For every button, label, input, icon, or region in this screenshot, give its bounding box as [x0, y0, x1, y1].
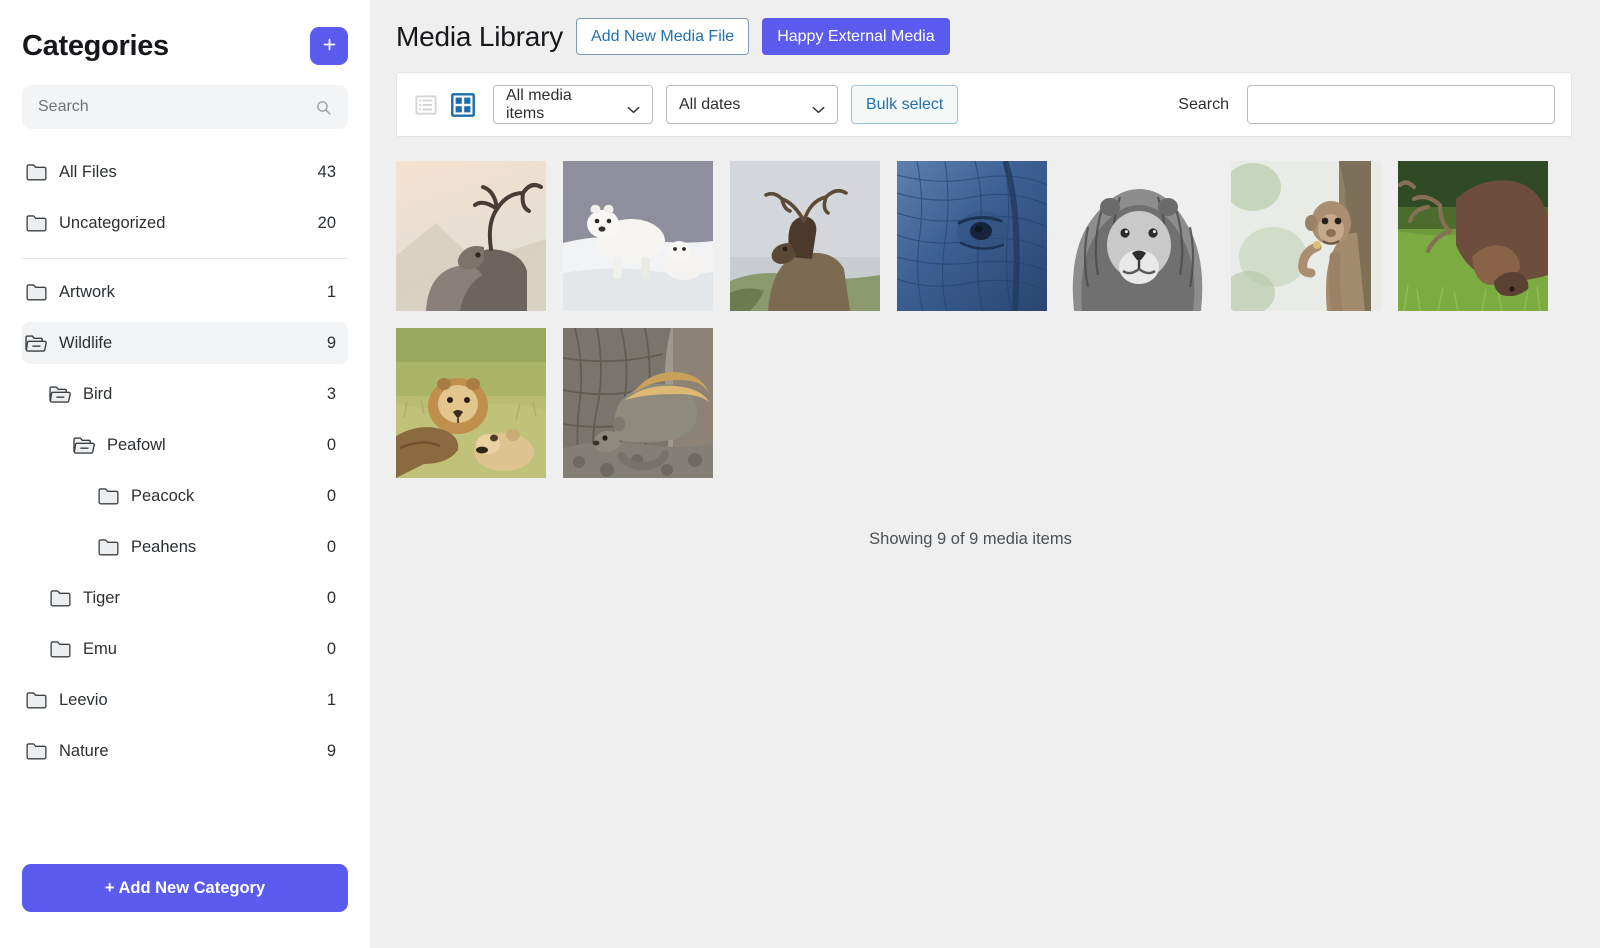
bulk-select-button[interactable]: Bulk select — [851, 85, 959, 125]
app-root: Categories All Files 43 Uncategorized 20 Ar… — [0, 0, 1600, 948]
happy-external-media-button[interactable]: Happy External Media — [762, 18, 950, 56]
category-count: 0 — [326, 639, 336, 658]
media-library-header: Media Library Add New Media File Happy E… — [396, 18, 1600, 56]
category-label: Bird — [83, 384, 113, 403]
media-thumbnail[interactable] — [897, 161, 1047, 312]
media-type-filter-value: All media items — [506, 86, 572, 122]
category-row-all-files[interactable]: All Files 43 — [22, 151, 348, 193]
folder-closed-icon — [24, 212, 48, 234]
category-count: 0 — [326, 435, 336, 454]
folder-closed-icon — [24, 689, 48, 711]
sidebar-divider — [22, 258, 348, 259]
category-label: Tiger — [83, 588, 120, 607]
media-library-panel: Media Library Add New Media File Happy E… — [370, 0, 1600, 948]
category-count: 0 — [326, 537, 336, 556]
sidebar-header: Categories — [22, 27, 348, 65]
category-row-artwork[interactable]: Artwork 1 — [22, 271, 348, 313]
media-thumbnail[interactable] — [563, 328, 713, 479]
media-search-group: Search — [1178, 85, 1555, 125]
category-count: 9 — [326, 741, 336, 760]
media-count-status: Showing 9 of 9 media items — [869, 530, 1072, 549]
add-new-media-file-button[interactable]: Add New Media File — [576, 18, 750, 56]
category-row-peahens[interactable]: Peahens 0 — [94, 526, 348, 568]
category-label: Peafowl — [107, 435, 166, 454]
folder-closed-icon — [48, 587, 72, 609]
category-label: Wildlife — [59, 333, 113, 352]
category-count: 1 — [326, 690, 336, 709]
media-thumbnail[interactable] — [563, 161, 713, 312]
category-label: Uncategorized — [59, 213, 166, 232]
category-label: All Files — [59, 162, 117, 181]
folder-closed-icon — [96, 485, 120, 507]
grid-view-icon[interactable] — [450, 92, 476, 118]
search-input[interactable] — [38, 98, 315, 116]
date-filter-dropdown[interactable]: All dates — [666, 85, 838, 125]
category-row-peacock[interactable]: Peacock 0 — [94, 475, 348, 517]
media-search-input[interactable] — [1247, 85, 1555, 125]
media-thumbnail[interactable] — [730, 161, 880, 312]
date-filter-value: All dates — [679, 95, 741, 113]
folder-closed-icon — [24, 740, 48, 762]
category-row-nature[interactable]: Nature 9 — [22, 730, 348, 772]
folder-closed-icon — [24, 281, 48, 303]
view-mode-toggle — [413, 92, 476, 118]
category-row-bird[interactable]: Bird 3 — [46, 373, 348, 415]
media-thumbnail[interactable] — [396, 161, 546, 312]
category-count: 9 — [326, 333, 336, 352]
folder-open-icon — [24, 332, 48, 354]
category-tree: All Files 43 Uncategorized 20 Artwork 1 Wildl… — [22, 151, 348, 864]
category-row-wildlife[interactable]: Wildlife 9 — [22, 322, 348, 364]
category-count: 43 — [317, 162, 336, 181]
add-new-category-button[interactable]: + Add New Category — [22, 864, 348, 912]
category-count: 1 — [326, 282, 336, 301]
nested-category-list: Artwork 1 Wildlife 9 Bird 3 Peafowl 0 Peacock 0 Pe… — [22, 271, 348, 772]
categories-sidebar: Categories All Files 43 Uncategorized 20 Ar… — [0, 0, 370, 948]
category-row-emu[interactable]: Emu 0 — [46, 628, 348, 670]
category-row-leevio[interactable]: Leevio 1 — [22, 679, 348, 721]
chevron-down-icon — [812, 101, 825, 113]
folder-open-icon — [48, 383, 72, 405]
media-library-title: Media Library — [396, 20, 564, 52]
category-search[interactable] — [22, 85, 348, 129]
media-thumbnail[interactable] — [1231, 161, 1381, 312]
media-grid — [396, 161, 1600, 479]
category-label: Leevio — [59, 690, 108, 709]
media-type-filter-dropdown[interactable]: All media items — [493, 85, 653, 125]
media-search-label: Search — [1178, 95, 1229, 113]
category-count: 20 — [317, 213, 336, 232]
media-toolbar: All media items All dates Bulk select Se… — [396, 72, 1572, 138]
category-label: Peacock — [131, 486, 195, 505]
media-thumbnail[interactable] — [1064, 161, 1214, 312]
primary-category-list: All Files 43 Uncategorized 20 — [22, 151, 348, 244]
category-count: 0 — [326, 486, 336, 505]
category-row-tiger[interactable]: Tiger 0 — [46, 577, 348, 619]
media-thumbnail[interactable] — [1398, 161, 1548, 312]
folder-closed-icon — [96, 536, 120, 558]
media-thumbnail[interactable] — [396, 328, 546, 479]
category-row-peafowl[interactable]: Peafowl 0 — [70, 424, 348, 466]
category-count: 3 — [326, 384, 336, 403]
folder-closed-icon — [48, 638, 72, 660]
folder-closed-icon — [24, 161, 48, 183]
category-label: Artwork — [59, 282, 115, 301]
category-count: 0 — [326, 588, 336, 607]
add-category-plus-button[interactable] — [310, 27, 348, 65]
category-label: Emu — [83, 639, 117, 658]
search-icon — [315, 99, 332, 116]
chevron-down-icon — [627, 101, 640, 113]
category-row-uncategorized[interactable]: Uncategorized 20 — [22, 202, 348, 244]
category-label: Nature — [59, 741, 109, 760]
folder-open-icon — [72, 434, 96, 456]
category-label: Peahens — [131, 537, 197, 556]
plus-icon — [321, 35, 338, 57]
list-view-icon[interactable] — [413, 92, 439, 118]
page-title: Categories — [22, 29, 169, 62]
